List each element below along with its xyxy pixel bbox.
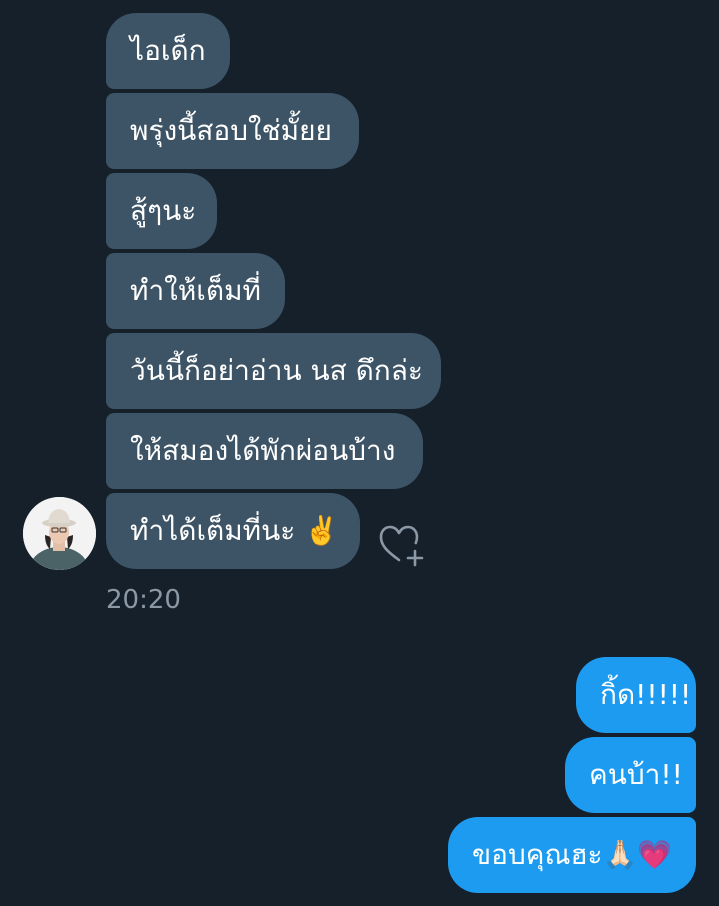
sent-message[interactable]: กิ้ด!!!!! [576, 657, 696, 733]
message-timestamp: 20:20 [106, 585, 181, 615]
sent-message[interactable]: ขอบคุณฮะ🙏🏻💗 [448, 817, 696, 893]
avatar[interactable] [23, 497, 96, 570]
react-button[interactable] [378, 522, 428, 568]
received-message[interactable]: สู้ๆนะ [106, 173, 217, 249]
user-avatar-photo [23, 497, 96, 570]
received-message[interactable]: ทำได้เต็มที่นะ ✌️ [106, 493, 360, 569]
received-message[interactable]: วันนี้ก็อย่าอ่าน นส ดึกล่ะ [106, 333, 441, 409]
received-message[interactable]: ไอเด็ก [106, 13, 230, 89]
received-message[interactable]: ให้สมองได้พักผ่อนบ้าง [106, 413, 423, 489]
received-message[interactable]: พรุ่งนี้สอบใช่มั้ยย [106, 93, 359, 169]
heart-plus-icon [379, 525, 424, 567]
received-message[interactable]: ทำให้เต็มที่ [106, 253, 285, 329]
sent-message[interactable]: คนบ้า!! [565, 737, 696, 813]
